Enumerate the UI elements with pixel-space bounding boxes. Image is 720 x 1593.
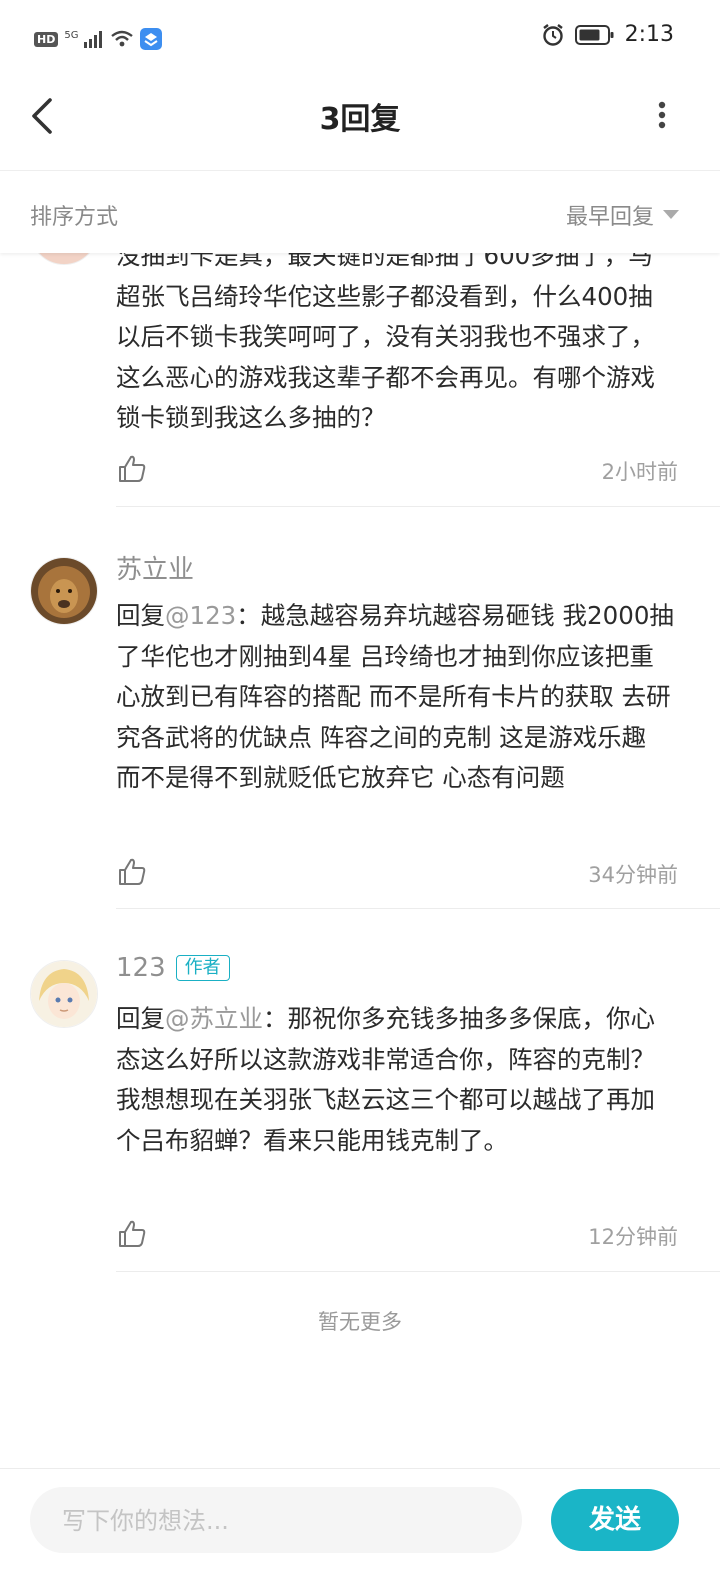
- reply-prefix: 回复: [116, 601, 165, 630]
- status-left: HD 5G: [34, 28, 163, 50]
- comment-input-wrapper[interactable]: [30, 1487, 522, 1555]
- username[interactable]: 123 作者: [116, 953, 230, 983]
- signal-icon: [84, 31, 103, 48]
- thumbs-up-icon[interactable]: [116, 1218, 148, 1250]
- avatar[interactable]: [30, 557, 98, 625]
- thumbs-up-icon[interactable]: [116, 856, 148, 888]
- comment-time: 12分钟前: [588, 1225, 678, 1249]
- divider: [116, 1271, 720, 1272]
- wifi-icon: [111, 30, 134, 47]
- mention-link[interactable]: @苏立业: [165, 1004, 263, 1033]
- sort-dropdown[interactable]: 最早回复: [566, 199, 680, 231]
- username-text: 苏立业: [116, 555, 195, 585]
- status-right: 2:13: [541, 22, 674, 47]
- hd-badge: HD: [34, 31, 59, 47]
- send-button[interactable]: 发送: [551, 1489, 679, 1551]
- mention-link[interactable]: @123: [165, 601, 236, 630]
- avatar[interactable]: [30, 253, 98, 265]
- avatar[interactable]: [30, 960, 98, 1028]
- comment-body: 回复@123：越急越容易弃坑越容易砸钱 我2000抽了华佗也才刚抽到4星 吕玲绮…: [116, 596, 676, 799]
- thumbs-up-icon[interactable]: [116, 453, 148, 485]
- reply-list[interactable]: 没抽到卡是真，最关键的是都抽了600多抽了，马超张飞吕绮玲华佗这些影子都没看到，…: [0, 253, 720, 1468]
- comment-body: 没抽到卡是真，最关键的是都抽了600多抽了，马超张飞吕绮玲华佗这些影子都没看到，…: [116, 253, 655, 432]
- comment-input-bar: 发送: [0, 1468, 720, 1593]
- caret-down-icon: [663, 210, 679, 219]
- comment-time: 2小时前: [601, 460, 678, 484]
- comment-body: 回复@苏立业：那祝你多充钱多抽多多保底，你心态这么好所以这款游戏非常适合你，阵容…: [116, 999, 676, 1161]
- more-vertical-icon: [658, 101, 666, 129]
- more-button[interactable]: [650, 98, 674, 132]
- comment-time: 34分钟前: [588, 863, 678, 887]
- status-bar: HD 5G 2:13: [0, 0, 720, 78]
- sort-selected-value: 最早回复: [565, 205, 654, 230]
- battery-icon: [574, 24, 614, 45]
- app-notification-icon: [140, 28, 163, 50]
- divider: [116, 908, 720, 909]
- reply-prefix: 回复: [116, 1004, 165, 1033]
- page-title: 3回复: [319, 102, 401, 137]
- no-more-label: 暂无更多: [318, 1310, 402, 1334]
- alarm-icon: [542, 23, 563, 46]
- author-badge: 作者: [175, 955, 230, 981]
- divider: [116, 506, 720, 507]
- username-text: 123: [116, 953, 166, 983]
- sort-bar: 排序方式 最早回复: [0, 171, 720, 253]
- clock: 2:13: [624, 22, 674, 47]
- sort-label: 排序方式: [30, 205, 119, 230]
- nav-bar: 3回复: [0, 78, 720, 171]
- username[interactable]: 苏立业: [116, 549, 194, 586]
- network-type-label: 5G: [64, 30, 79, 41]
- comment-input[interactable]: [60, 1487, 504, 1555]
